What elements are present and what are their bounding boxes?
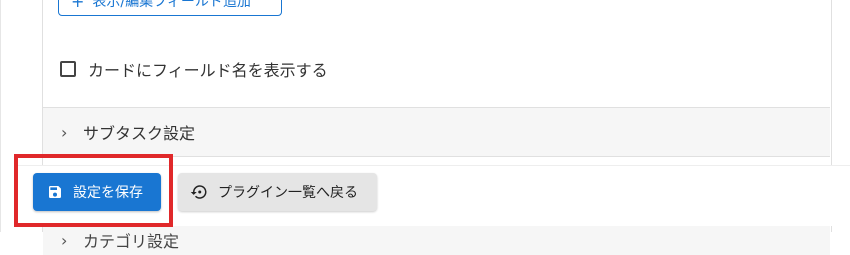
add-field-button-label: 表示/編集フィールド追加 bbox=[92, 0, 251, 10]
chevron-right-icon: › bbox=[61, 122, 68, 142]
category-settings-title: カテゴリ設定 bbox=[83, 232, 180, 251]
back-to-plugin-list-button[interactable]: プラグイン一覧へ戻る bbox=[178, 173, 377, 211]
save-icon bbox=[49, 186, 61, 198]
page-left-border bbox=[0, 0, 1, 232]
history-back-icon bbox=[190, 185, 207, 199]
add-display-edit-field-button[interactable]: + 表示/編集フィールド追加 bbox=[58, 0, 282, 16]
chevron-right-icon: › bbox=[61, 230, 68, 250]
save-settings-button[interactable]: 設定を保存 bbox=[33, 173, 161, 211]
show-field-name-label: カードにフィールド名を表示する bbox=[88, 61, 328, 80]
subtask-settings-section[interactable]: › サブタスク設定 bbox=[43, 107, 830, 157]
subtask-settings-title: サブタスク設定 bbox=[83, 124, 196, 143]
back-to-plugin-list-label: プラグイン一覧へ戻る bbox=[218, 185, 358, 201]
category-settings-section[interactable]: › カテゴリ設定 bbox=[43, 225, 830, 255]
show-field-name-checkbox[interactable] bbox=[60, 61, 76, 77]
save-settings-label: 設定を保存 bbox=[73, 185, 143, 201]
show-field-name-option[interactable]: カードにフィールド名を表示する bbox=[60, 57, 328, 81]
plus-icon: + bbox=[71, 0, 85, 11]
